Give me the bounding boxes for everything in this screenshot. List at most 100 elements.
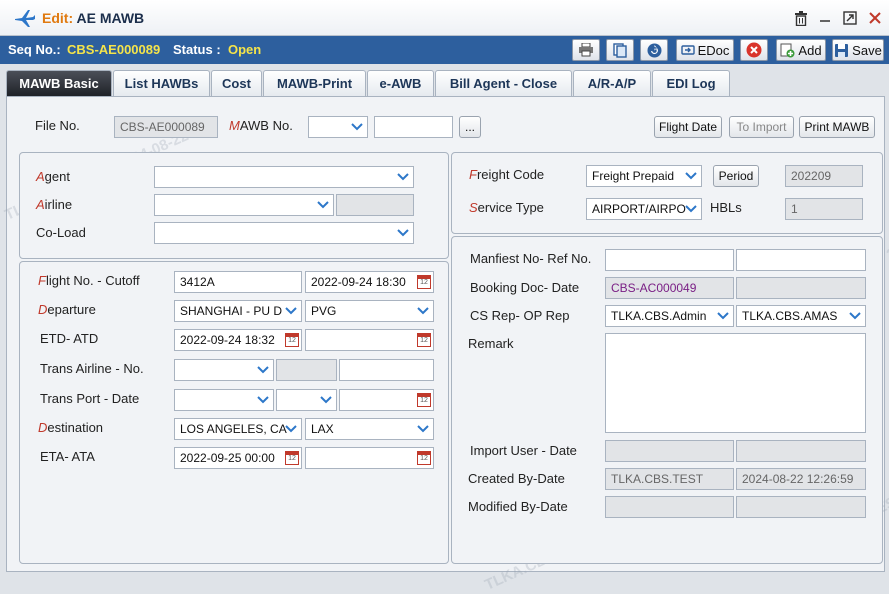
seq-no-label: Seq No.: [8, 42, 61, 57]
import-date-field [736, 440, 866, 462]
chevron-down-icon [317, 201, 329, 209]
tab-mawb-basic[interactable]: MAWB Basic [6, 70, 112, 96]
copy-button[interactable] [606, 39, 634, 61]
add-button[interactable]: Add [776, 39, 826, 61]
coload-label: Co-Load [36, 225, 86, 240]
chevron-down-icon [285, 307, 297, 315]
maximize-icon[interactable] [841, 9, 859, 27]
minimize-icon[interactable] [816, 9, 834, 27]
modified-by-field [605, 496, 734, 518]
trans-port-label: Trans Port - Date [40, 391, 140, 406]
trans-port-select[interactable] [174, 389, 274, 411]
edoc-button[interactable]: EDoc [676, 39, 734, 61]
tab-list-hawbs[interactable]: List HAWBs [113, 70, 210, 96]
created-date-field: 2024-08-22 12:26:59 [736, 468, 866, 490]
freight-panel: Freight Code Freight Prepaid Period 2022… [451, 152, 883, 234]
departure-code-select[interactable]: PVG [305, 300, 434, 322]
booking-date-field [736, 277, 866, 299]
flight-date-button[interactable]: Flight Date [654, 116, 722, 138]
departure-value: SHANGHAI - PU D [180, 304, 283, 318]
refresh-button[interactable] [640, 39, 668, 61]
to-import-button[interactable]: To Import [729, 116, 794, 138]
print-mawb-button[interactable]: Print MAWB [799, 116, 875, 138]
remark-textarea[interactable] [605, 333, 866, 433]
status-value: Open [228, 42, 262, 57]
created-by-field: TLKA.CBS.TEST [605, 468, 734, 490]
etd-input[interactable]: 2022-09-24 18:32 12 [174, 329, 302, 351]
refresh-icon [647, 43, 661, 57]
cancel-button[interactable] [740, 39, 768, 61]
atd-input[interactable]: 12 [305, 329, 434, 351]
close-icon[interactable] [866, 9, 884, 27]
calendar-icon[interactable]: 12 [285, 451, 299, 465]
import-user-label: Import User - Date [470, 443, 577, 458]
calendar-icon[interactable]: 12 [417, 451, 431, 465]
booking-doc-field: CBS-AC000049 [605, 277, 734, 299]
freight-code-select[interactable]: Freight Prepaid [586, 165, 702, 187]
chevron-down-icon [320, 396, 332, 404]
chevron-down-icon [417, 425, 429, 433]
service-type-value: AIRPORT/AIRPO [592, 202, 686, 216]
file-no-label: File No. [35, 118, 80, 133]
trans-date-input[interactable]: 12 [339, 389, 434, 411]
modified-date-field [736, 496, 866, 518]
service-type-select[interactable]: AIRPORT/AIRPO [586, 198, 702, 220]
mawb-no-input[interactable] [374, 116, 453, 138]
created-by-label: Created By-Date [468, 471, 565, 486]
modified-by-label: Modified By-Date [468, 499, 568, 514]
etd-value: 2022-09-24 18:32 [180, 333, 275, 347]
calendar-icon[interactable]: 12 [417, 275, 431, 289]
cs-rep-select[interactable]: TLKA.CBS.Admin [605, 305, 734, 327]
departure-select[interactable]: SHANGHAI - PU D [174, 300, 302, 322]
save-button[interactable]: Save [832, 39, 884, 61]
printer-icon [579, 43, 593, 57]
tab-cost[interactable]: Cost [211, 70, 262, 96]
browse-button[interactable]: ... [459, 116, 481, 138]
tab-edi-log[interactable]: EDI Log [652, 70, 730, 96]
tab-bill-agent-close[interactable]: Bill Agent - Close [435, 70, 572, 96]
print-button[interactable] [572, 39, 600, 61]
edoc-label: EDoc [697, 42, 730, 58]
add-label: Add [798, 42, 822, 58]
mawb-prefix-select[interactable] [308, 116, 368, 138]
calendar-icon[interactable]: 12 [417, 393, 431, 407]
window-title: Edit: AE MAWB [42, 10, 145, 26]
destination-code-value: LAX [311, 422, 334, 436]
hbls-label: HBLs [710, 200, 742, 215]
tab-mawb-print[interactable]: MAWB-Print [263, 70, 366, 96]
manifest-no-input[interactable] [605, 249, 734, 271]
tab-ar-ap[interactable]: A/R-A/P [573, 70, 651, 96]
etd-label: ETD- ATD [40, 331, 99, 346]
ref-no-input[interactable] [736, 249, 866, 271]
trans-port-code-select[interactable] [276, 389, 337, 411]
destination-code-select[interactable]: LAX [305, 418, 434, 440]
calendar-icon[interactable]: 12 [417, 333, 431, 347]
ata-input[interactable]: 12 [305, 447, 434, 469]
cutoff-input[interactable]: 2022-09-24 18:30 12 [305, 271, 434, 293]
trans-no-input[interactable] [339, 359, 434, 381]
tab-e-awb[interactable]: e-AWB [367, 70, 434, 96]
chevron-down-icon [257, 366, 269, 374]
add-icon [780, 43, 795, 57]
eta-label: ETA- ATA [40, 449, 95, 464]
trans-airline-select[interactable] [174, 359, 274, 381]
agent-panel: Agent Airline Co-Load [19, 152, 449, 259]
trans-airline-code-field [276, 359, 337, 381]
cs-rep-label: CS Rep- OP Rep [470, 308, 570, 323]
destination-select[interactable]: LOS ANGELES, CA [174, 418, 302, 440]
coload-select[interactable] [154, 222, 414, 244]
flight-no-input[interactable]: 3412A [174, 271, 302, 293]
chevron-down-icon [717, 312, 729, 320]
period-field: 202209 [785, 165, 863, 187]
cutoff-value: 2022-09-24 18:30 [311, 275, 406, 289]
agent-select[interactable] [154, 166, 414, 188]
calendar-icon[interactable]: 12 [285, 333, 299, 347]
period-button[interactable]: Period [713, 165, 759, 187]
departure-code-value: PVG [311, 304, 337, 318]
op-rep-select[interactable]: TLKA.CBS.AMAS [736, 305, 866, 327]
delete-icon[interactable] [792, 9, 810, 27]
chevron-down-icon [257, 396, 269, 404]
airline-select[interactable] [154, 194, 334, 216]
eta-input[interactable]: 2022-09-25 00:00 12 [174, 447, 302, 469]
freight-code-value: Freight Prepaid [592, 169, 675, 183]
